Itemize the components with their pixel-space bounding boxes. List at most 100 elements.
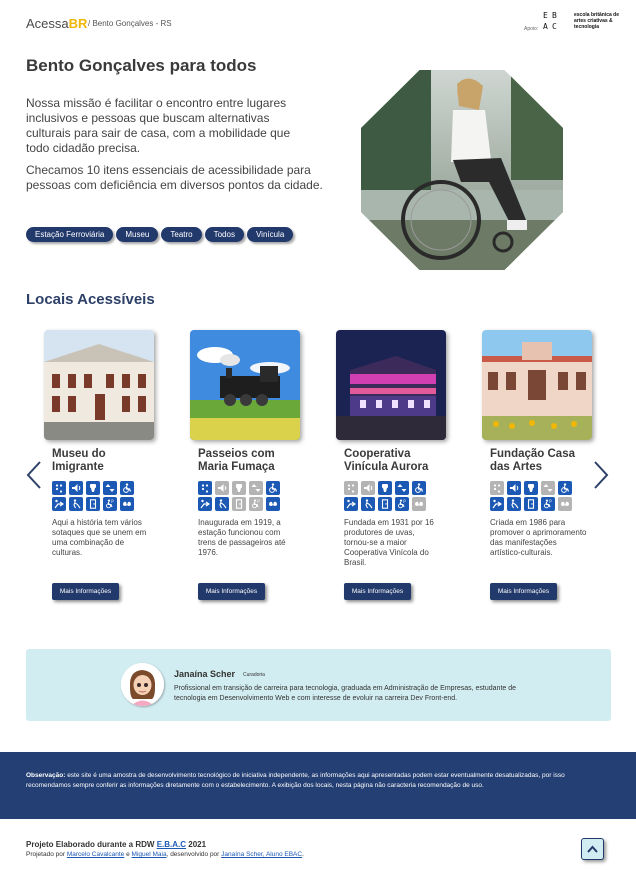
- elevator-icon: [541, 481, 555, 495]
- mission-text: Nossa missão é facilitar o encontro entr…: [26, 96, 291, 155]
- svg-text:B: B: [552, 11, 558, 20]
- svg-text:C: C: [552, 22, 558, 31]
- place-description: Fundada em 1931 por 16 produtores de uva…: [344, 518, 434, 567]
- accessible-route-icon: [198, 497, 212, 511]
- locais-title: Locais Acessíveis: [26, 291, 155, 308]
- disclaimer-label: Observação:: [26, 772, 66, 779]
- accessible-route-icon: [490, 497, 504, 511]
- authors-credit: Projetado por Marcelo Cavalcante e Migue…: [26, 851, 304, 858]
- more-info-button[interactable]: Mais Informações: [344, 583, 411, 600]
- category-filters: Estação Ferroviária Museu Teatro Todos V…: [26, 227, 294, 242]
- vinicula-aurora-photo[interactable]: [336, 330, 446, 440]
- wheelchair-icon: [120, 481, 134, 495]
- toilet-icon: [524, 481, 538, 495]
- designer-link-1[interactable]: Marcelo Cavalcante: [67, 851, 124, 858]
- place-title: Fundação Casa das Artes: [490, 448, 575, 473]
- more-info-button[interactable]: Mais Informações: [52, 583, 119, 600]
- disclaimer-text: Observação: este site é uma amostra de d…: [26, 771, 571, 791]
- back-to-top-button[interactable]: [581, 838, 604, 860]
- checked-items-text: Checamos 10 itens essenciais de acessibi…: [26, 163, 323, 192]
- filter-museu[interactable]: Museu: [116, 227, 159, 242]
- support-label: Apoio:: [524, 26, 539, 32]
- toilet-icon: [86, 481, 100, 495]
- support-text: escola britânica de artes criativas & te…: [574, 12, 620, 30]
- place-description: Aqui a história tem vários sotaques que …: [52, 518, 147, 557]
- site-logo[interactable]: AcessaBR: [26, 16, 87, 31]
- curator-bio: Profissional em transição de carreira pa…: [174, 685, 517, 702]
- curator-name: Janaína Scher: [174, 669, 236, 679]
- accessible-parking-icon: P: [249, 497, 263, 511]
- avatar: [121, 663, 164, 706]
- filter-todos[interactable]: Todos: [204, 227, 244, 242]
- sign-language-icon: [120, 497, 134, 511]
- top-bar: AcessaBR / Bento Gonçalves - RS Apoio: E…: [0, 0, 636, 44]
- filter-teatro[interactable]: Teatro: [161, 227, 202, 242]
- blind-icon: [69, 497, 83, 511]
- accessibility-icons: P: [490, 481, 580, 511]
- support-logo: Apoio: E B A C escola britânica de artes…: [524, 10, 630, 38]
- more-info-button[interactable]: Mais Informações: [490, 583, 557, 600]
- place-description: Criada em 1986 para promover o aprimoram…: [490, 518, 587, 557]
- audio-icon: [361, 481, 375, 495]
- casa-das-artes-photo[interactable]: [482, 330, 592, 440]
- braille-icon: [52, 481, 66, 495]
- wheelchair-icon: [412, 481, 426, 495]
- ebac-link[interactable]: E.B.A.C: [157, 840, 186, 849]
- audio-icon: [507, 481, 521, 495]
- svg-text:E: E: [543, 11, 549, 20]
- more-info-button[interactable]: Mais Informações: [198, 583, 265, 600]
- blind-icon: [507, 497, 521, 511]
- place-title: Cooperativa Vinícula Aurora: [344, 448, 429, 473]
- audio-icon: [215, 481, 229, 495]
- accessible-parking-icon: P: [395, 497, 409, 511]
- toilet-icon: [378, 481, 392, 495]
- hero-wheelchair-photo: [361, 70, 563, 270]
- toilet-icon: [232, 481, 246, 495]
- accessible-parking-icon: P: [541, 497, 555, 511]
- disclaimer-body: este site é uma amostra de desenvolvimen…: [26, 772, 565, 789]
- blind-icon: [215, 497, 229, 511]
- place-card: Passeios com Maria Fumaça P Inaugurada e…: [190, 330, 302, 610]
- svg-text:P: P: [111, 499, 114, 504]
- breadcrumb: / Bento Gonçalves - RS: [88, 19, 172, 28]
- wheelchair-icon: [558, 481, 572, 495]
- sign-language-icon: [266, 497, 280, 511]
- places-carousel: Museu do Imigrante P Aqui a história tem…: [44, 330, 604, 610]
- svg-text:P: P: [403, 499, 406, 504]
- svg-text:P: P: [549, 499, 552, 504]
- braille-icon: [198, 481, 212, 495]
- place-card: Museu do Imigrante P Aqui a história tem…: [44, 330, 156, 610]
- page-title: Bento Gonçalves para todos: [26, 56, 257, 75]
- door-icon: [524, 497, 538, 511]
- braille-icon: [344, 481, 358, 495]
- place-title: Passeios com Maria Fumaça: [198, 448, 275, 473]
- sign-language-icon: [558, 497, 572, 511]
- sign-language-icon: [412, 497, 426, 511]
- chevron-up-icon: [587, 845, 598, 853]
- door-icon: [378, 497, 392, 511]
- credits: Projeto Elaborado durante a RDW E.B.A.C …: [26, 840, 304, 858]
- maria-fumaca-photo[interactable]: [190, 330, 300, 440]
- place-card: Cooperativa Vinícula Aurora P Fundada em…: [336, 330, 448, 610]
- accessibility-icons: P: [52, 481, 142, 511]
- filter-estacao-ferroviaria[interactable]: Estação Ferroviária: [26, 227, 114, 242]
- filter-vinicula[interactable]: Vinícula: [246, 227, 294, 242]
- svg-text:A: A: [543, 22, 549, 31]
- project-credit: Projeto Elaborado durante a RDW E.B.A.C …: [26, 840, 207, 849]
- accessibility-icons: P: [198, 481, 288, 511]
- developer-link[interactable]: Janaína Scher, Aluno EBAC: [221, 851, 302, 858]
- disclaimer-banner: Observação: este site é uma amostra de d…: [0, 752, 636, 819]
- wheelchair-icon: [266, 481, 280, 495]
- place-description: Inaugurada em 1919, a estação funcionou …: [198, 518, 286, 557]
- museu-imigrante-photo[interactable]: [44, 330, 154, 440]
- accessibility-icons: P: [344, 481, 434, 511]
- svg-text:P: P: [257, 499, 260, 504]
- elevator-icon: [249, 481, 263, 495]
- accessible-parking-icon: P: [103, 497, 117, 511]
- curator-box: Janaína Scher Curadoria Profissional em …: [26, 649, 611, 721]
- designer-link-2[interactable]: Miguel Maia: [132, 851, 167, 858]
- door-icon: [232, 497, 246, 511]
- carousel-prev-icon[interactable]: [26, 460, 42, 490]
- curator-role: Curadoria: [243, 672, 265, 678]
- blind-icon: [361, 497, 375, 511]
